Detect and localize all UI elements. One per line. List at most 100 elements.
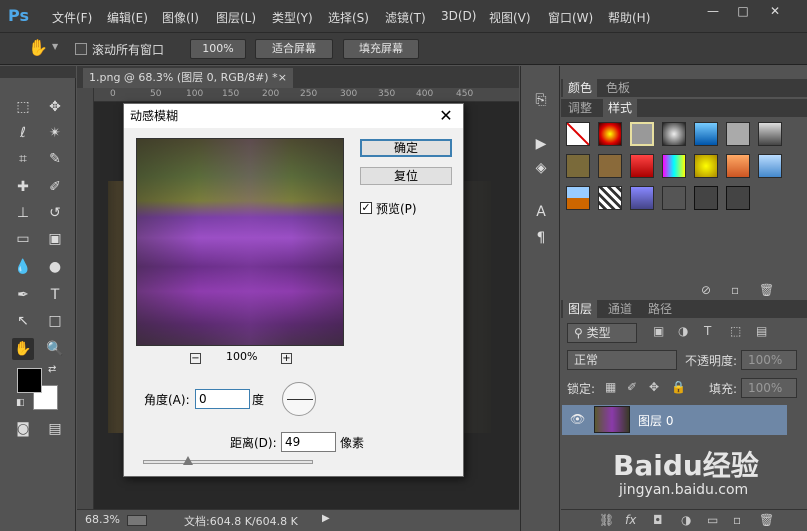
style-none[interactable] <box>566 122 590 146</box>
style-swatch[interactable] <box>630 186 654 210</box>
history-panel-icon[interactable]: ⎘ <box>531 90 551 110</box>
minimize-button[interactable]: — <box>703 3 723 19</box>
zoom-100-button[interactable]: 100% <box>190 39 246 59</box>
style-swatch-selected[interactable] <box>630 122 654 146</box>
menu-file[interactable]: 文件(F) <box>52 9 92 26</box>
blend-mode-select[interactable]: 正常 <box>567 350 677 370</box>
preview-checkbox[interactable]: ✓ <box>360 202 372 214</box>
style-swatch[interactable] <box>726 122 750 146</box>
fill-input[interactable]: 100% <box>741 378 797 398</box>
tool-preset-dropdown-icon[interactable]: ▼ <box>52 42 58 51</box>
default-colors-icon[interactable]: ◧ <box>16 398 25 408</box>
crop-tool-icon[interactable]: ⌗ <box>12 148 34 170</box>
zoom-out-button[interactable]: − <box>190 353 201 364</box>
style-swatch[interactable] <box>630 154 654 178</box>
fill-screen-button[interactable]: 填充屏幕 <box>343 39 419 59</box>
add-mask-icon[interactable]: ◘ <box>653 513 663 527</box>
menu-select[interactable]: 选择(S) <box>328 9 369 26</box>
document-tab[interactable]: 1.png @ 68.3% (图层 0, RGB/8#) * × <box>83 68 293 88</box>
style-swatch[interactable] <box>694 122 718 146</box>
zoom-tool-icon[interactable]: 🔍 <box>44 338 66 360</box>
hand-tool-active-icon[interactable]: ✋ <box>12 338 34 360</box>
dodge-tool-icon[interactable]: ● <box>44 256 66 278</box>
fit-screen-button[interactable]: 适合屏幕 <box>255 39 333 59</box>
tab-color[interactable]: 颜色 <box>563 79 598 97</box>
status-preview-icon[interactable] <box>127 515 147 526</box>
move-tool-icon[interactable]: ✥ <box>44 96 66 118</box>
menu-view[interactable]: 视图(V) <box>489 9 531 26</box>
foreground-color-swatch[interactable] <box>17 368 42 393</box>
shape-tool-icon[interactable]: □ <box>44 310 66 332</box>
healing-brush-icon[interactable]: ✚ <box>12 176 34 198</box>
close-button[interactable]: ✕ <box>765 3 785 19</box>
ok-button[interactable]: 确定 <box>360 139 452 157</box>
tab-adjustments[interactable]: 调整 <box>563 99 597 117</box>
style-swatch[interactable] <box>566 186 590 210</box>
blur-preview[interactable] <box>136 138 344 346</box>
distance-slider-thumb[interactable] <box>183 456 193 465</box>
magic-wand-icon[interactable]: ✴ <box>44 122 66 144</box>
menu-3d[interactable]: 3D(D) <box>441 9 476 23</box>
style-swatch[interactable] <box>694 186 718 210</box>
filter-shape-icon[interactable]: ⬚ <box>730 324 741 338</box>
quick-mask-icon[interactable]: ◙ <box>12 418 34 440</box>
screen-mode-icon[interactable]: ▤ <box>44 418 66 440</box>
filter-smart-icon[interactable]: ▤ <box>756 324 767 338</box>
path-select-icon[interactable]: ↖ <box>12 310 34 332</box>
layer-kind-filter[interactable]: ⚲ 类型 <box>567 323 637 343</box>
angle-input[interactable]: 0 <box>195 389 250 409</box>
style-swatch[interactable] <box>662 122 686 146</box>
fx-icon[interactable]: fx <box>625 513 636 527</box>
link-layers-icon[interactable]: ⛓ <box>599 513 614 527</box>
angle-dial[interactable] <box>282 382 316 416</box>
distance-input[interactable]: 49 <box>281 432 336 452</box>
filter-adjust-icon[interactable]: ◑ <box>678 324 688 338</box>
lasso-tool-icon[interactable]: ℓ <box>12 122 34 144</box>
opacity-input[interactable]: 100% <box>741 350 797 370</box>
gradient-tool-icon[interactable]: ▣ <box>44 228 66 250</box>
character-panel-icon[interactable]: A <box>531 202 551 222</box>
style-swatch[interactable] <box>598 122 622 146</box>
lock-all-icon[interactable]: 🔒 <box>671 380 686 394</box>
menu-layer[interactable]: 图层(L) <box>216 9 256 26</box>
style-swatch[interactable] <box>598 154 622 178</box>
status-menu-arrow-icon[interactable]: ▶ <box>322 513 330 524</box>
no-icon[interactable]: ⊘ <box>701 283 711 297</box>
adjustment-layer-icon[interactable]: ◑ <box>681 513 691 527</box>
filter-type-icon[interactable]: T <box>704 324 711 338</box>
eraser-icon[interactable]: ▭ <box>12 228 34 250</box>
tab-paths[interactable]: 路径 <box>643 300 677 318</box>
3d-panel-icon[interactable]: ◈ <box>531 158 551 178</box>
filter-pixel-icon[interactable]: ▣ <box>653 324 664 338</box>
layer-name[interactable]: 图层 0 <box>638 412 673 429</box>
tools-panel-header[interactable] <box>0 66 76 78</box>
eyedropper-icon[interactable]: ✎ <box>44 148 66 170</box>
marquee-tool-icon[interactable]: ⬚ <box>12 96 34 118</box>
new-layer-icon[interactable]: ▫ <box>733 513 741 527</box>
lock-paint-icon[interactable]: ✐ <box>627 380 637 394</box>
zoom-in-button[interactable]: + <box>281 353 292 364</box>
style-swatch[interactable] <box>662 186 686 210</box>
style-swatch[interactable] <box>598 186 622 210</box>
tab-channels[interactable]: 通道 <box>603 300 637 318</box>
new-style-icon[interactable]: ▫ <box>731 283 739 297</box>
tab-styles[interactable]: 样式 <box>603 99 638 117</box>
paragraph-panel-icon[interactable]: ¶ <box>531 228 551 248</box>
clone-stamp-icon[interactable]: ⊥ <box>12 202 34 224</box>
pen-tool-icon[interactable]: ✒ <box>12 284 34 306</box>
brush-tool-icon[interactable]: ✐ <box>44 176 66 198</box>
style-swatch[interactable] <box>758 154 782 178</box>
style-swatch[interactable] <box>726 186 750 210</box>
style-swatch[interactable] <box>758 122 782 146</box>
tab-layers[interactable]: 图层 <box>563 300 598 318</box>
menu-image[interactable]: 图像(I) <box>162 9 199 26</box>
maximize-button[interactable]: □ <box>733 3 753 19</box>
scroll-all-checkbox[interactable] <box>75 43 87 55</box>
menu-window[interactable]: 窗口(W) <box>548 9 593 26</box>
swap-colors-icon[interactable]: ⇄ <box>48 364 56 375</box>
reset-button[interactable]: 复位 <box>360 167 452 185</box>
lock-position-icon[interactable]: ✥ <box>649 380 659 394</box>
lock-transparent-icon[interactable]: ▦ <box>605 380 616 394</box>
document-tab-close-icon[interactable]: × <box>278 68 287 88</box>
blur-tool-icon[interactable]: 💧 <box>12 256 34 278</box>
